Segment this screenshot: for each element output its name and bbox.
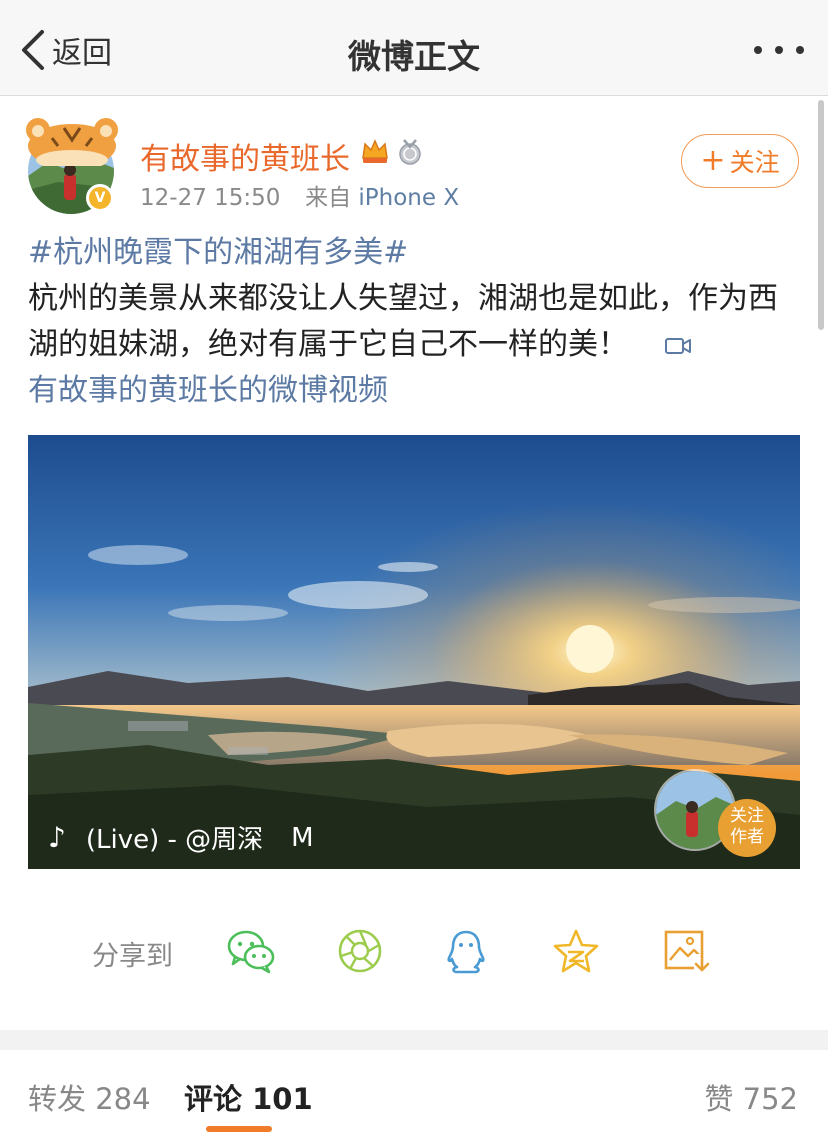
follow-button[interactable]: + 关注 [681, 134, 799, 188]
repost-count: 284 [95, 1082, 151, 1116]
qzone-icon[interactable] [551, 928, 601, 974]
video-link[interactable]: 有故事的黄班长的微博视频 [28, 368, 804, 414]
follow-badge-line2: 作者 [730, 827, 764, 847]
tab-like[interactable]: 赞 752 [704, 1076, 798, 1118]
video-camera-icon [664, 337, 691, 354]
scrollbar[interactable] [818, 100, 824, 330]
post-meta: 12-27 15:50 来自 iPhone X [140, 178, 459, 212]
qq-icon[interactable] [441, 928, 491, 974]
follow-badge-line1: 关注 [730, 806, 764, 826]
comment-count: 101 [252, 1082, 313, 1116]
music-tail: M [291, 822, 314, 853]
medal-icon [399, 139, 421, 165]
follow-label: 关注 [729, 148, 780, 177]
comment-label: 评论 [184, 1082, 243, 1116]
like-count: 752 [742, 1082, 798, 1116]
music-info: ♪ (Live) - @周深 M [48, 819, 314, 856]
like-label: 赞 [704, 1082, 734, 1116]
vip-crown-icon [362, 139, 388, 163]
more-button[interactable] [754, 30, 804, 70]
topic-link[interactable]: #杭州晚霞下的湘湖有多美# [28, 230, 804, 276]
active-tab-indicator [206, 1126, 272, 1132]
repost-label: 转发 [28, 1082, 87, 1116]
more-dot-icon [775, 46, 783, 54]
tiger-ears-icon [26, 118, 118, 166]
moments-icon[interactable] [336, 928, 386, 974]
follow-author-badge[interactable]: 关注 作者 [718, 799, 776, 857]
author-avatar[interactable]: V [24, 116, 120, 214]
tab-repost[interactable]: 转发 284 [28, 1076, 151, 1118]
post-source-prefix: 来自 [305, 185, 352, 211]
plus-icon: + [700, 143, 726, 178]
share-label: 分享到 [92, 941, 173, 972]
post-time: 12-27 15:50 [140, 185, 281, 211]
author-name[interactable]: 有故事的黄班长 [140, 134, 350, 178]
post-source[interactable]: iPhone X [358, 185, 459, 211]
verified-badge-icon: V [86, 184, 114, 212]
page-title: 微博正文 [348, 37, 480, 76]
music-note-icon: ♪ [48, 821, 66, 854]
more-dot-icon [754, 46, 762, 54]
music-text: (Live) - @周深 [85, 825, 264, 855]
section-divider [0, 1030, 828, 1050]
tab-comment[interactable]: 评论 101 [184, 1076, 313, 1118]
nav-bar: 返回 微博正文 [0, 0, 828, 96]
save-image-icon[interactable] [662, 928, 712, 974]
more-dot-icon [796, 46, 804, 54]
video-player[interactable]: ♪ (Live) - @周深 M 关注 作者 [28, 435, 800, 869]
wechat-icon[interactable] [226, 928, 276, 974]
post-body: #杭州晚霞下的湘湖有多美# 杭州的美景从来都没让人失望过，湘湖也是如此，作为西湖… [28, 230, 804, 414]
